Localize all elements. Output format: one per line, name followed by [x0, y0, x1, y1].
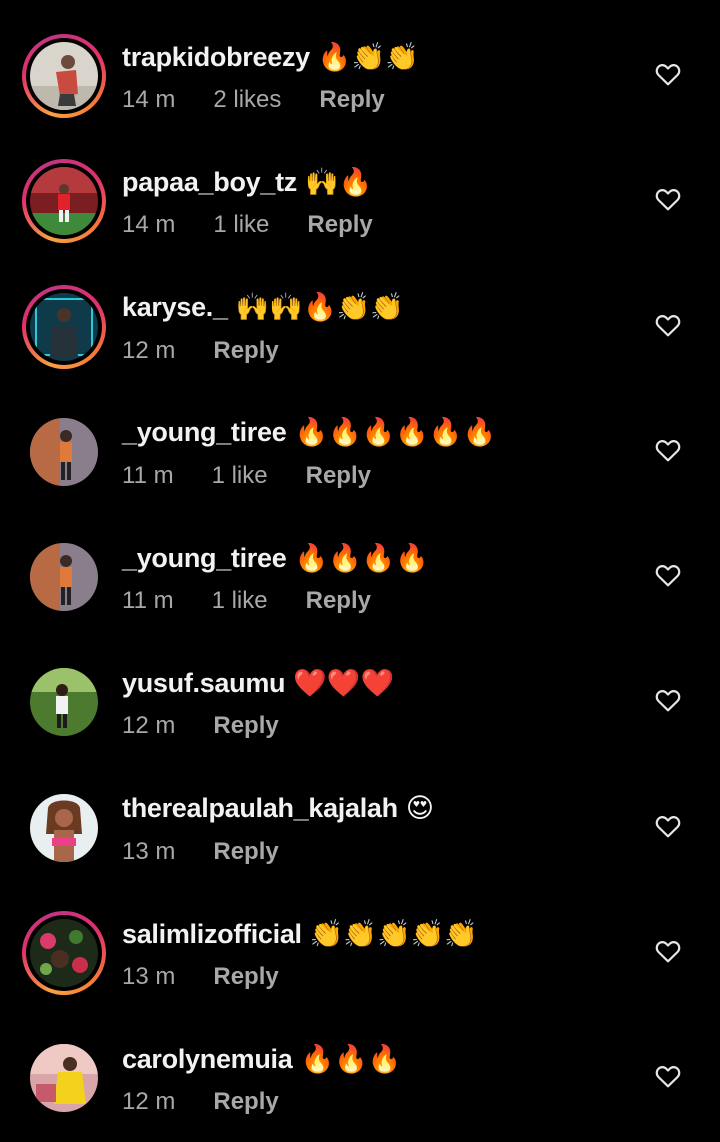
- comment-text: 🙌🔥: [304, 166, 373, 198]
- comment-time: 13 m: [122, 837, 176, 865]
- comment-username[interactable]: papaa_boy_tz: [122, 167, 297, 198]
- avatar-image: [30, 668, 98, 737]
- comment-likes[interactable]: 2 likes: [213, 86, 281, 114]
- reply-button[interactable]: Reply: [213, 337, 278, 365]
- avatar[interactable]: [22, 34, 106, 118]
- comment-username[interactable]: _young_tiree: [122, 543, 287, 574]
- comment-time: 12 m: [122, 336, 176, 364]
- avatar[interactable]: [22, 1036, 106, 1120]
- comment-text: 🔥🔥🔥🔥: [294, 542, 429, 574]
- avatar-image: [30, 793, 98, 862]
- heart-outline-icon[interactable]: [655, 814, 681, 838]
- comment-username[interactable]: carolynemuia: [122, 1044, 293, 1075]
- comment-list: trapkidobreezy 🔥👏👏 14 m 2 likes Reply pa…: [0, 0, 720, 1128]
- comment-username[interactable]: karyse._: [122, 292, 228, 323]
- comment-likes[interactable]: 1 like: [212, 587, 268, 615]
- avatar-image: [30, 919, 98, 988]
- comment-text: 🔥👏👏: [317, 41, 419, 73]
- reply-button[interactable]: Reply: [319, 86, 384, 114]
- comment-item: karyse._ 🙌🙌🔥👏👏 12 m Reply: [0, 251, 720, 376]
- avatar-image: [30, 417, 98, 486]
- comment-text: 😍: [405, 793, 434, 825]
- comment-likes[interactable]: 1 like: [212, 462, 268, 490]
- avatar-image: [30, 543, 98, 612]
- comment-time: 11 m: [122, 587, 174, 615]
- avatar-image: [30, 292, 98, 361]
- comment-item: therealpaulah_kajalah 😍 13 m Reply: [0, 752, 720, 877]
- heart-outline-icon[interactable]: [655, 939, 681, 963]
- comment-time: 14 m: [122, 211, 176, 239]
- avatar[interactable]: [22, 786, 106, 870]
- comment-item: salimlizofficial 👏👏👏👏👏 13 m Reply: [0, 877, 720, 1002]
- avatar-image: [30, 1044, 98, 1113]
- comment-item: papaa_boy_tz 🙌🔥 14 m 1 like Reply: [0, 125, 720, 250]
- comment-username[interactable]: salimlizofficial: [122, 919, 302, 950]
- comment-text: 👏👏👏👏👏: [309, 918, 478, 950]
- comment-username[interactable]: trapkidobreezy: [122, 42, 310, 73]
- reply-button[interactable]: Reply: [213, 1088, 278, 1116]
- comment-username[interactable]: therealpaulah_kajalah: [122, 793, 398, 824]
- reply-button[interactable]: Reply: [307, 211, 372, 239]
- avatar[interactable]: [22, 535, 106, 619]
- comment-item: trapkidobreezy 🔥👏👏 14 m 2 likes Reply: [0, 0, 720, 125]
- heart-outline-icon[interactable]: [655, 313, 681, 337]
- heart-outline-icon[interactable]: [655, 688, 681, 712]
- avatar[interactable]: [22, 410, 106, 494]
- heart-outline-icon[interactable]: [655, 1064, 681, 1088]
- avatar[interactable]: [22, 284, 106, 369]
- comment-text: 🔥🔥🔥: [300, 1043, 402, 1075]
- comment-item: yusuf.saumu ❤️❤️❤️ 12 m Reply: [0, 626, 720, 751]
- comment-time: 12 m: [122, 712, 176, 740]
- comment-text: 🔥🔥🔥🔥🔥🔥: [294, 417, 497, 449]
- heart-outline-icon[interactable]: [655, 187, 681, 211]
- comment-time: 14 m: [122, 86, 176, 113]
- reply-button[interactable]: Reply: [213, 838, 278, 866]
- comment-text: 🙌🙌🔥👏👏: [235, 292, 404, 324]
- avatar[interactable]: [22, 660, 106, 744]
- reply-button[interactable]: Reply: [306, 587, 371, 615]
- comment-time: 13 m: [122, 963, 176, 991]
- comment-item: _young_tiree 🔥🔥🔥🔥 11 m 1 like Reply: [0, 501, 720, 626]
- comment-username[interactable]: yusuf.saumu: [122, 668, 286, 699]
- heart-outline-icon[interactable]: [655, 563, 681, 587]
- avatar[interactable]: [22, 159, 106, 244]
- heart-outline-icon[interactable]: [655, 62, 681, 86]
- avatar-image: [30, 42, 98, 110]
- avatar[interactable]: [22, 911, 106, 996]
- comment-text: ❤️❤️❤️: [293, 667, 395, 699]
- comment-time: 11 m: [122, 461, 174, 489]
- comment-likes[interactable]: 1 like: [213, 211, 269, 239]
- comment-username[interactable]: _young_tiree: [122, 417, 287, 448]
- reply-button[interactable]: Reply: [213, 712, 278, 740]
- reply-button[interactable]: Reply: [306, 462, 371, 490]
- reply-button[interactable]: Reply: [213, 963, 278, 991]
- comment-item: _young_tiree 🔥🔥🔥🔥🔥🔥 11 m 1 like Reply: [0, 376, 720, 501]
- heart-outline-icon[interactable]: [655, 438, 681, 462]
- comment-time: 12 m: [122, 1088, 176, 1116]
- avatar-image: [30, 167, 98, 236]
- comment-item: carolynemuia 🔥🔥🔥 12 m Reply: [0, 1002, 720, 1127]
